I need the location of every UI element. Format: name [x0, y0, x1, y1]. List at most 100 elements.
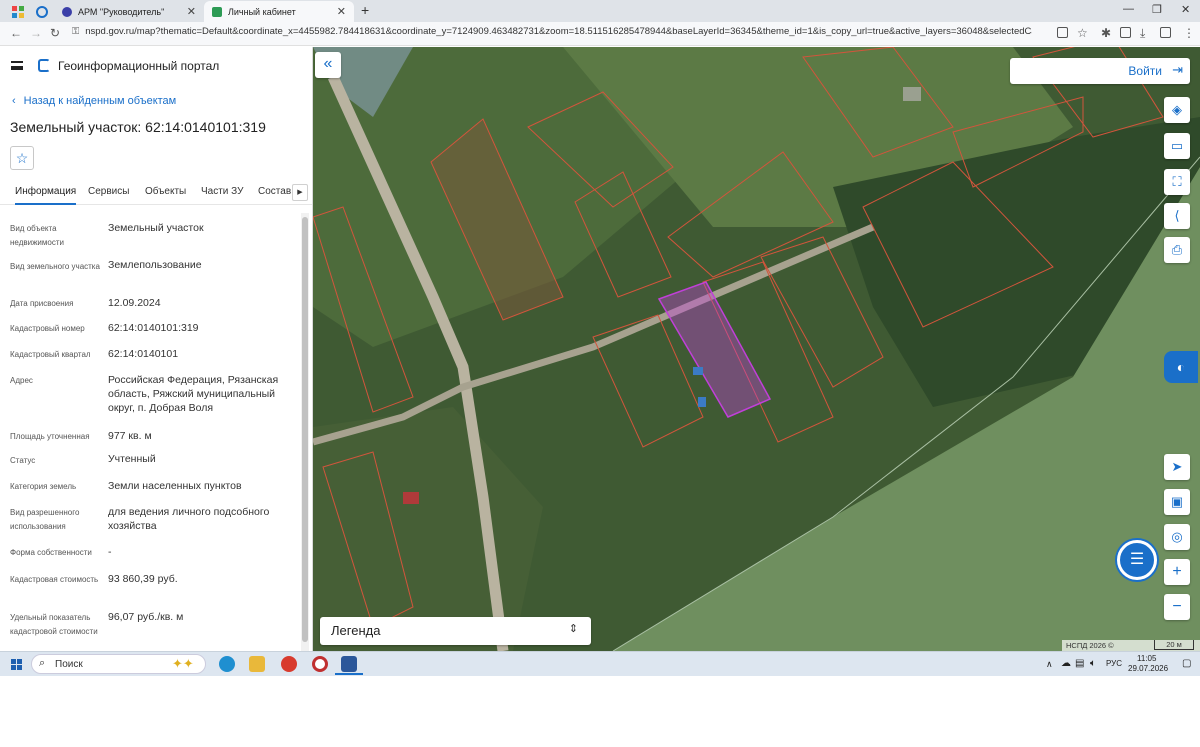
maximize-icon[interactable]: ❐ — [1152, 3, 1162, 16]
edge-workspace-icon[interactable] — [36, 5, 48, 18]
more-menu-icon[interactable]: ⋮ — [1183, 26, 1195, 40]
close-tab-icon[interactable]: ✕ — [337, 5, 346, 18]
install-app-icon[interactable] — [1057, 27, 1068, 38]
tab-parts[interactable]: Части ЗУ — [201, 186, 243, 197]
site-info-icon[interactable]: ⚿ — [72, 26, 79, 37]
print-button[interactable]: ⎙ — [1164, 237, 1190, 263]
plus-icon: + — [1172, 563, 1182, 580]
extensions-icon[interactable]: ✱ — [1101, 26, 1111, 40]
chevron-left-icon: ‹ — [12, 95, 16, 107]
browser-app-icon[interactable] — [312, 656, 328, 672]
card-tabs: Информация Сервисы Объекты Части ЗУ Сост… — [0, 181, 312, 205]
screen: АРМ "Руководитель" ✕ Личный кабинет ✕ + … — [0, 0, 1200, 676]
attr-value: - — [108, 546, 112, 558]
attr-label: Вид земельного участка — [10, 262, 100, 271]
windows-start-icon[interactable] — [11, 659, 22, 670]
tab-objects[interactable]: Объекты — [145, 186, 186, 197]
basemap-icon: ▣ — [1170, 494, 1184, 509]
layers-button[interactable]: ◈ — [1164, 97, 1190, 123]
edge-app-icon[interactable] — [219, 656, 235, 672]
login-button[interactable]: Войти ⇥ — [1010, 58, 1190, 84]
locate-button[interactable]: ➤ — [1164, 454, 1190, 480]
panel-scrollbar-thumb[interactable] — [302, 217, 308, 642]
collapse-panel-button[interactable]: « — [315, 52, 341, 78]
share-button[interactable]: ⟨ — [1164, 203, 1190, 229]
select-area-button[interactable]: ⛶ — [1164, 169, 1190, 195]
star-icon: ☆ — [15, 150, 29, 166]
sidebar-icon[interactable] — [1120, 27, 1131, 38]
measure-button[interactable]: ▭ — [1164, 133, 1190, 159]
tray-chevron-icon[interactable]: ∧ — [1046, 659, 1053, 670]
attribution-text: НСПД 2026 © — [1066, 641, 1114, 650]
browser-tab-arm[interactable]: АРМ "Руководитель" ✕ — [54, 1, 204, 22]
clock-date[interactable]: 29.07.2026 — [1128, 664, 1168, 673]
tabs-scroll-right-icon[interactable]: ▶ — [292, 184, 308, 201]
minimize-icon[interactable]: — — [1123, 3, 1134, 15]
word-app-icon[interactable] — [341, 656, 357, 672]
split-screen-icon[interactable] — [1160, 27, 1171, 38]
language-indicator[interactable]: РУС — [1106, 659, 1122, 668]
building — [903, 87, 921, 101]
satellite-map[interactable] — [313, 47, 1200, 651]
taskbar-search[interactable]: ⌕ Поиск ✦✦ — [31, 654, 206, 674]
bookmark-star-icon[interactable]: ☆ — [1077, 26, 1088, 40]
basemap-button[interactable]: ▣ — [1164, 489, 1190, 515]
close-window-icon[interactable]: ✕ — [1181, 3, 1190, 16]
geolocation-icon: ◎ — [1171, 529, 1183, 544]
notifications-icon[interactable]: ▢ — [1182, 658, 1191, 669]
tab-label: Личный кабинет — [228, 6, 296, 17]
map-view[interactable] — [313, 47, 1200, 651]
explorer-app-icon[interactable] — [249, 656, 265, 672]
close-tab-icon[interactable]: ✕ — [187, 5, 196, 18]
zoom-in-button[interactable]: + — [1164, 559, 1190, 585]
chat-icon: ☰ — [1129, 551, 1145, 568]
attr-value: 96,07 руб./кв. м — [108, 611, 184, 623]
attr-label: Удельный показатель кадастровой стоимост… — [10, 613, 98, 636]
menu-icon[interactable] — [11, 61, 23, 70]
attr-label: Площадь уточненная — [10, 432, 90, 441]
tab-services[interactable]: Сервисы — [88, 186, 129, 197]
chat-button[interactable]: ☰ — [1117, 540, 1157, 580]
volume-icon[interactable]: 🔈︎ — [1090, 658, 1096, 669]
double-chevron-left-icon: « — [323, 55, 333, 72]
network-icon[interactable]: ▤ — [1075, 658, 1084, 669]
url-field[interactable]: ⚿ nspd.gov.ru/map?thematic=Default&coordi… — [72, 26, 1032, 37]
tab-information[interactable]: Информация — [15, 186, 77, 205]
browser-tab-cabinet[interactable]: Личный кабинет ✕ — [204, 1, 354, 22]
portal-title: Геоинформационный портал — [58, 59, 220, 73]
ruler-icon: ▭ — [1170, 138, 1184, 153]
favorite-button[interactable]: ☆ — [10, 146, 34, 170]
tab-composition[interactable]: Состав — [258, 186, 291, 197]
building — [403, 492, 419, 504]
back-link-label: Назад к найденным объектам — [23, 95, 177, 107]
tab-favicon — [212, 6, 222, 17]
attr-label: Форма собственности — [10, 548, 92, 557]
yandex-app-icon[interactable] — [281, 656, 297, 672]
tab-favicon — [62, 6, 72, 17]
reload-icon[interactable]: ↻ — [50, 26, 60, 40]
back-arrow-icon[interactable]: ← — [10, 26, 22, 40]
attr-value: для ведения личного подсобного хозяйства — [108, 506, 270, 532]
attr-value: Земельный участок — [108, 222, 204, 234]
forward-arrow-icon[interactable]: → — [30, 26, 42, 40]
attr-label: Вид разрешенного использования — [10, 508, 80, 531]
building — [698, 397, 706, 407]
attr-value: Землепользование — [108, 259, 202, 271]
sparkle-icon: ✦✦ — [172, 656, 194, 671]
zoom-out-button[interactable]: − — [1164, 594, 1190, 620]
assistant-button[interactable]: ◐ — [1164, 351, 1198, 383]
card-title: Земельный участок: 62:14:0140101:319 — [10, 119, 266, 135]
downloads-icon[interactable]: ⤓ — [1140, 26, 1145, 41]
geolocation-button[interactable]: ◎ — [1164, 524, 1190, 550]
clock-time[interactable]: 11:05 — [1137, 654, 1156, 663]
cloud-icon[interactable]: ☁ — [1061, 658, 1071, 669]
new-tab-icon[interactable]: + — [361, 2, 369, 18]
browser-tab-bar: АРМ "Руководитель" ✕ Личный кабинет ✕ + … — [0, 0, 1200, 22]
attr-value: 12.09.2024 — [108, 297, 161, 309]
windows-apps-icon[interactable] — [12, 5, 24, 18]
attr-label: Кадастровая стоимость — [10, 575, 99, 584]
attr-value: Учтенный — [108, 453, 156, 465]
back-to-results-link[interactable]: ‹ Назад к найденным объектам — [12, 95, 176, 107]
legend-dropdown[interactable]: Легенда ⇕ — [320, 617, 591, 645]
attr-value: 62:14:0140101:319 — [108, 322, 199, 334]
